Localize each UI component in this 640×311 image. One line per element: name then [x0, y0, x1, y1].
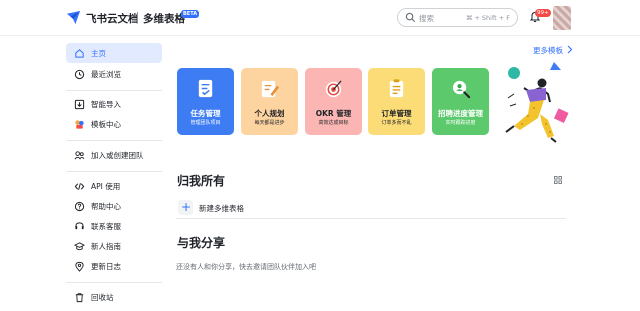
sidebar-item-service[interactable]: 联系客服	[66, 216, 162, 236]
template-card-subtitle: 实时跟踪进度	[445, 120, 476, 126]
search-placeholder: 搜索	[419, 14, 434, 23]
user-avatar[interactable]	[553, 6, 571, 30]
sidebar-item-team[interactable]: 加入或创建团队	[66, 145, 162, 165]
template-card-subtitle: 管理团队项目	[190, 120, 221, 126]
brand-divider	[137, 12, 138, 23]
sidebar-item-label: 更新日志	[91, 261, 121, 271]
plus-icon: +	[181, 200, 192, 214]
sidebar-item-templates[interactable]: 模板中心	[66, 114, 162, 134]
dancing-person-illustration	[505, 62, 569, 143]
sidebar-item-label: API 使用	[91, 181, 121, 191]
help-icon	[74, 201, 85, 211]
sidebar-item-label: 智能导入	[91, 99, 121, 109]
task-doc-icon	[198, 79, 213, 98]
clipboard-icon	[389, 79, 404, 98]
magnifier-person-icon	[452, 80, 471, 99]
sidebar-item-changelog[interactable]: 更新日志	[66, 256, 162, 276]
service-icon	[75, 221, 84, 229]
beta-badge: BETA	[181, 10, 200, 18]
sidebar-item-recent[interactable]: 最近浏览	[66, 64, 162, 84]
target-icon	[325, 80, 342, 98]
more-templates-link[interactable]: 更多模板	[533, 45, 563, 56]
sidebar-divider	[66, 140, 162, 141]
sidebar-item-trash[interactable]: 回收站	[66, 287, 162, 307]
import-icon	[74, 99, 85, 109]
sidebar-divider	[66, 171, 162, 172]
search-box[interactable]: 搜索 ⌘ + Shift + F	[397, 8, 518, 27]
search-icon	[405, 12, 416, 23]
trash-icon	[75, 292, 84, 302]
new-bitable-label: 新建多维表格	[199, 204, 244, 213]
sidebar-divider	[66, 90, 162, 91]
notepad-pencil-icon	[261, 80, 280, 98]
code-icon	[74, 182, 85, 190]
sidebar: 主页 最近浏览 智能导入 模板中心 加入或创建团队 API 使用 帮助中心 联系…	[0, 36, 168, 311]
guide-icon	[74, 241, 85, 250]
sidebar-item-help[interactable]: 帮助中心	[66, 196, 162, 216]
new-bitable-row[interactable]: + 新建多维表格	[176, 198, 566, 219]
search-shortcut: ⌘ + Shift + F	[465, 13, 510, 22]
template-card-title: OKR 管理	[315, 109, 352, 118]
location-icon	[75, 261, 84, 272]
notification-badge: 99+	[535, 9, 551, 17]
template-card-subtitle: 每天都是进步	[254, 120, 285, 126]
template-icon	[75, 119, 84, 129]
sidebar-item-import[interactable]: 智能导入	[66, 94, 162, 114]
sidebar-item-label: 新人指南	[91, 241, 121, 251]
sidebar-item-api[interactable]: API 使用	[66, 176, 162, 196]
sidebar-item-label: 回收站	[91, 292, 114, 302]
template-card-recruit[interactable]: 招聘进度管理 实时跟踪进度	[432, 68, 489, 135]
plus-button[interactable]: +	[178, 200, 193, 215]
owned-section-title: 归我所有	[177, 174, 226, 188]
top-header: 飞书云文档 多维表格 BETA 搜索 ⌘ + Shift + F 99+	[0, 0, 640, 36]
clock-icon	[74, 69, 85, 79]
shared-section-title: 与我分享	[177, 236, 226, 250]
sidebar-divider	[66, 282, 162, 283]
template-card-title: 个人规划	[254, 109, 285, 118]
sidebar-item-label: 加入或创建团队	[91, 150, 144, 160]
grid-view-icon[interactable]	[554, 176, 562, 184]
template-card-title: 招聘进度管理	[438, 109, 483, 118]
template-card-personal[interactable]: 个人规划 每天都是进步	[241, 68, 298, 135]
brand-name[interactable]: 飞书云文档	[86, 11, 139, 26]
sidebar-item-label: 帮助中心	[91, 201, 121, 211]
team-icon	[74, 150, 85, 159]
template-card-title: 任务管理	[190, 109, 221, 118]
sidebar-item-label: 联系客服	[91, 221, 121, 231]
product-name: 多维表格	[143, 13, 185, 25]
template-card-subtitle: 高效达成目标	[318, 120, 349, 126]
sidebar-item-label: 主页	[91, 48, 106, 58]
sidebar-item-home[interactable]: 主页	[66, 43, 162, 63]
template-card-okr[interactable]: OKR 管理 高效达成目标	[305, 68, 362, 135]
template-card-subtitle: 订单多而不乱	[381, 120, 412, 126]
feishu-docs-logo-icon[interactable]	[66, 10, 81, 25]
template-card-title: 订单管理	[381, 109, 412, 118]
chevron-right-icon[interactable]	[566, 45, 573, 54]
home-icon	[75, 48, 84, 58]
sidebar-item-label: 最近浏览	[91, 69, 121, 79]
template-card-order[interactable]: 订单管理 订单多而不乱	[368, 68, 425, 135]
template-card-task[interactable]: 任务管理 管理团队项目	[177, 68, 234, 135]
sidebar-item-guide[interactable]: 新人指南	[66, 236, 162, 256]
shared-empty-text: 还没有人和你分享，快去邀请团队伙伴加入吧	[176, 263, 316, 271]
sidebar-item-label: 模板中心	[91, 119, 121, 129]
